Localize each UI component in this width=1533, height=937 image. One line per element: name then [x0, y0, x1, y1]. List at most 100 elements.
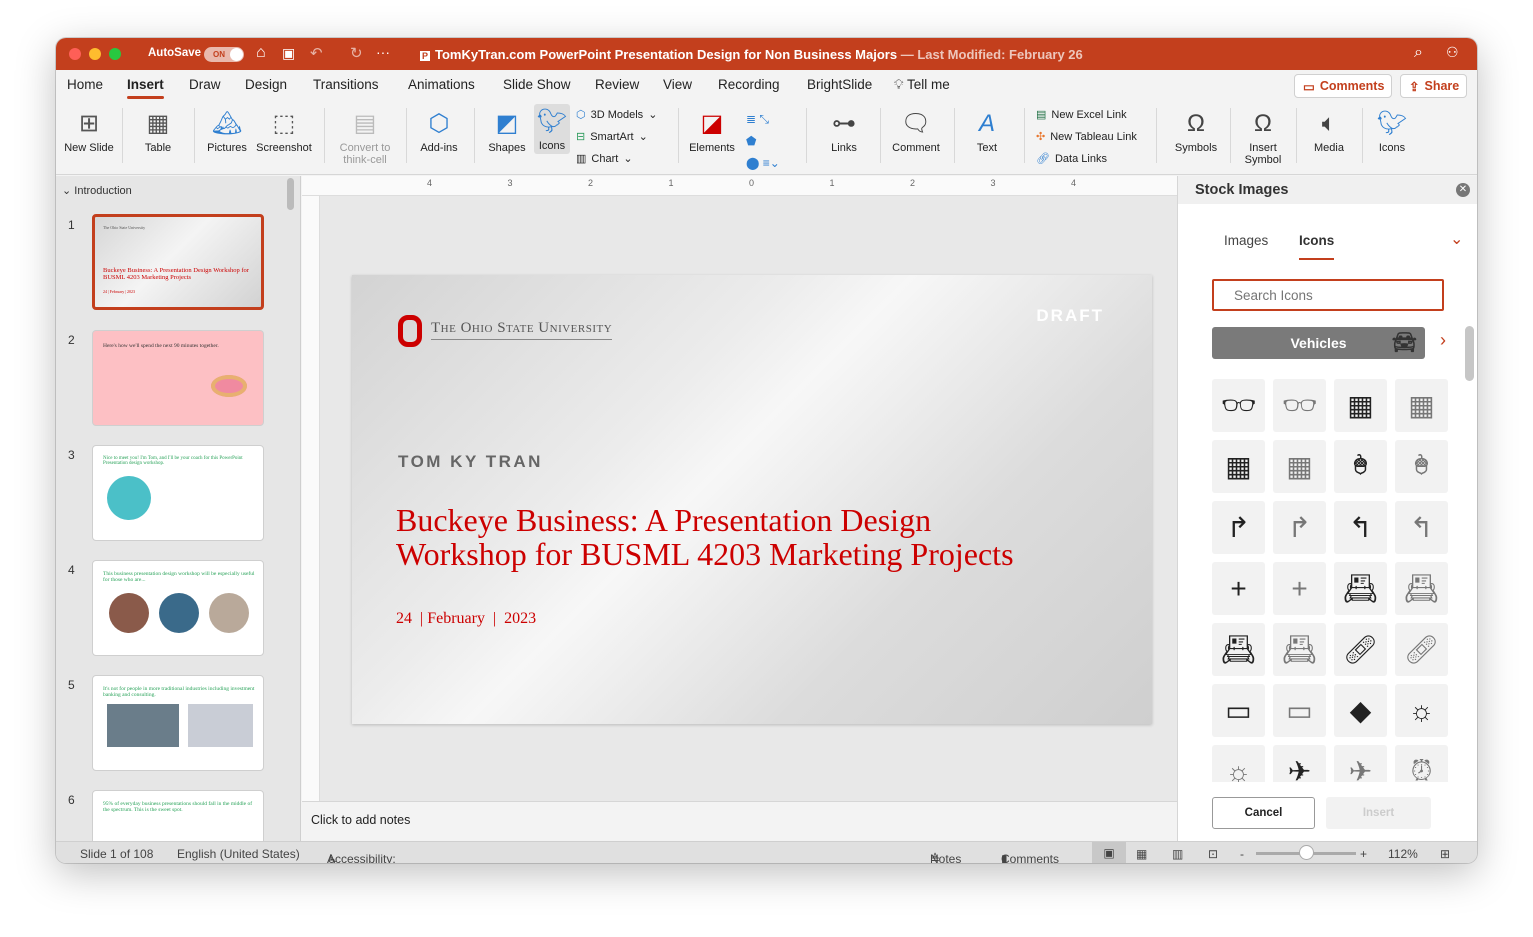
comment-button[interactable]: 🗨︎ Comment	[888, 106, 944, 155]
acorn-filled-icon[interactable]: 🌰︎	[1334, 440, 1387, 493]
category-vehicles[interactable]: Vehicles 🚘︎	[1212, 327, 1425, 359]
alarm-clock-outline-icon[interactable]: ⏰︎	[1395, 745, 1448, 782]
cancel-button[interactable]: Cancel	[1212, 797, 1315, 829]
search-icons-input[interactable]	[1212, 279, 1444, 311]
address-book-filled-icon[interactable]: 📇︎	[1334, 562, 1387, 615]
redo-icon[interactable]: ↻	[350, 44, 363, 62]
tab-brightslide[interactable]: BrightSlide	[807, 77, 872, 92]
add-outline-icon[interactable]: +	[1273, 562, 1326, 615]
close-panel-icon[interactable]: ✕	[1456, 183, 1470, 197]
think-cell-tools[interactable]: ≣ ⤡ ⬟ ⬤ ≡⌄	[746, 108, 780, 174]
normal-view-icon[interactable]: ▣	[1092, 842, 1126, 863]
save-icon[interactable]: ▣	[282, 45, 295, 62]
thumbnail-scrollbar[interactable]	[287, 178, 294, 210]
more-icon[interactable]: ···	[376, 44, 390, 60]
collaborate-icon[interactable]: ⚇	[1446, 44, 1459, 61]
address-book-outline-icon[interactable]: 📇︎	[1395, 562, 1448, 615]
add-ins-button[interactable]: ⬡ Add-ins	[414, 106, 464, 155]
reading-view-icon[interactable]: ▥	[1172, 847, 1183, 861]
3d-glasses-outline-icon[interactable]: 👓︎	[1273, 379, 1326, 432]
tab-draw[interactable]: Draw	[189, 77, 221, 92]
shapes-button[interactable]: ◩ Shapes	[482, 106, 532, 155]
bandage-outline-icon[interactable]: 🩹︎	[1395, 623, 1448, 676]
tab-review[interactable]: Review	[595, 77, 639, 92]
fit-slide-icon[interactable]: ⊞	[1440, 847, 1450, 861]
screenshot-button[interactable]: ⬚ Screenshot	[254, 106, 314, 155]
new-excel-link-button[interactable]: ▤ New Excel Link	[1036, 108, 1127, 122]
undo-icon[interactable]: ↶	[310, 44, 323, 62]
3d-glasses-filled-icon[interactable]: 👓︎	[1212, 379, 1265, 432]
section-introduction[interactable]: ⌄ Introduction	[62, 184, 132, 197]
slide-title[interactable]: Buckeye Business: A Presentation Design W…	[396, 503, 1014, 571]
bandage-filled-icon[interactable]: 🩹︎	[1334, 623, 1387, 676]
turn-left-filled-icon[interactable]: ↰	[1334, 501, 1387, 554]
icons-button-2[interactable]: 🐦︎ Icons	[1368, 106, 1416, 155]
abacus2-outline-icon[interactable]: ▦	[1273, 440, 1326, 493]
new-slide-button[interactable]: ⊞ New Slide	[64, 106, 114, 155]
icons-button[interactable]: 🐦︎ Icons	[534, 104, 570, 154]
tab-images[interactable]: Images	[1224, 233, 1268, 248]
autosave-toggle[interactable]: ON	[204, 47, 244, 62]
last-modified[interactable]: — Last Modified: February 26	[901, 47, 1083, 62]
slide-thumbnail-6[interactable]: 95% of everyday business presentations s…	[92, 790, 264, 841]
text-button[interactable]: A Text	[962, 106, 1012, 155]
billboard-outline-icon[interactable]: ▭	[1273, 684, 1326, 737]
search-icon[interactable]: ⌕	[1414, 44, 1423, 62]
media-button[interactable]: 🔈︎ Media	[1302, 106, 1356, 155]
convert-think-cell-button[interactable]: ▤ Convert to think-cell	[334, 106, 396, 167]
chevron-down-icon[interactable]: ⌄	[1450, 229, 1463, 249]
links-button[interactable]: ⊶ Links	[816, 106, 872, 155]
pictures-button[interactable]: 🏔︎ Pictures	[202, 106, 252, 155]
tab-recording[interactable]: Recording	[718, 77, 780, 92]
slide-thumbnail-2[interactable]: Here's how we'll spend the next 90 minut…	[92, 330, 264, 426]
slide-canvas[interactable]: The Ohio State University DRAFT TOM KY T…	[352, 275, 1152, 724]
minimize-window-button[interactable]	[89, 48, 101, 60]
airplane-filled-icon[interactable]: ✈	[1273, 745, 1326, 782]
tab-view[interactable]: View	[663, 77, 692, 92]
zoom-level[interactable]: 112%	[1388, 847, 1418, 861]
home-icon[interactable]: ⌂	[256, 44, 266, 62]
tab-home[interactable]: Home	[67, 77, 103, 92]
tab-animations[interactable]: Animations	[408, 77, 475, 92]
tab-design[interactable]: Design	[245, 77, 287, 92]
zoom-slider-thumb[interactable]	[1299, 845, 1314, 860]
3d-models-button[interactable]: ⬡ 3D Models ⌄	[576, 108, 657, 122]
insert-button[interactable]: Insert	[1326, 797, 1431, 829]
add-filled-icon[interactable]: +	[1212, 562, 1265, 615]
abacus-outline-icon[interactable]: ▦	[1395, 379, 1448, 432]
symbols-button[interactable]: Ω Symbols	[1168, 106, 1224, 155]
elements-button[interactable]: ◪ Elements	[686, 106, 738, 155]
language[interactable]: English (United States)	[177, 847, 300, 861]
slide-sorter-icon[interactable]: ▦	[1136, 847, 1147, 861]
airplane-outline-icon[interactable]: ✈	[1334, 745, 1387, 782]
farm-outline-icon[interactable]: ☼	[1212, 745, 1265, 782]
turn-right-outline-icon[interactable]: ↱	[1273, 501, 1326, 554]
zoom-window-button[interactable]	[109, 48, 121, 60]
zoom-out-button[interactable]: -	[1240, 847, 1244, 861]
slide-thumbnail-5[interactable]: It's not for people in more traditional …	[92, 675, 264, 771]
new-tableau-link-button[interactable]: ✣ New Tableau Link	[1036, 130, 1137, 144]
tell-me[interactable]: 💡︎ Tell me	[894, 77, 950, 93]
table-button[interactable]: ▦ Table	[134, 106, 182, 155]
slide-thumbnail-4[interactable]: This business presentation design worksh…	[92, 560, 264, 656]
slide-thumbnail-1[interactable]: The Ohio State University Buckeye Busine…	[92, 214, 264, 310]
slide-thumbnail-3[interactable]: Nice to meet you! I'm Tom, and I'll be y…	[92, 445, 264, 541]
slideshow-icon[interactable]: ⊡	[1208, 847, 1218, 861]
share-button[interactable]: ⇪ Share	[1400, 74, 1467, 98]
farm-filled-icon[interactable]: ☼	[1395, 684, 1448, 737]
billboard-filled-icon[interactable]: ▭	[1212, 684, 1265, 737]
zoom-in-button[interactable]: +	[1360, 847, 1367, 861]
data-links-button[interactable]: 🔗︎ Data Links	[1036, 152, 1107, 166]
tab-icons[interactable]: Icons	[1299, 233, 1335, 260]
turn-right-filled-icon[interactable]: ↱	[1212, 501, 1265, 554]
contact-book-outline-icon[interactable]: 📇︎	[1273, 623, 1326, 676]
abacus-filled-icon[interactable]: ▦	[1334, 379, 1387, 432]
contact-book-filled-icon[interactable]: 📇︎	[1212, 623, 1265, 676]
africa-filled-icon[interactable]: ◆	[1334, 684, 1387, 737]
close-window-button[interactable]	[69, 48, 81, 60]
tab-insert[interactable]: Insert	[127, 77, 164, 99]
comments-button[interactable]: ▭ Comments	[1294, 74, 1392, 98]
abacus2-filled-icon[interactable]: ▦	[1212, 440, 1265, 493]
tab-transitions[interactable]: Transitions	[313, 77, 379, 92]
acorn-outline-icon[interactable]: 🌰︎	[1395, 440, 1448, 493]
